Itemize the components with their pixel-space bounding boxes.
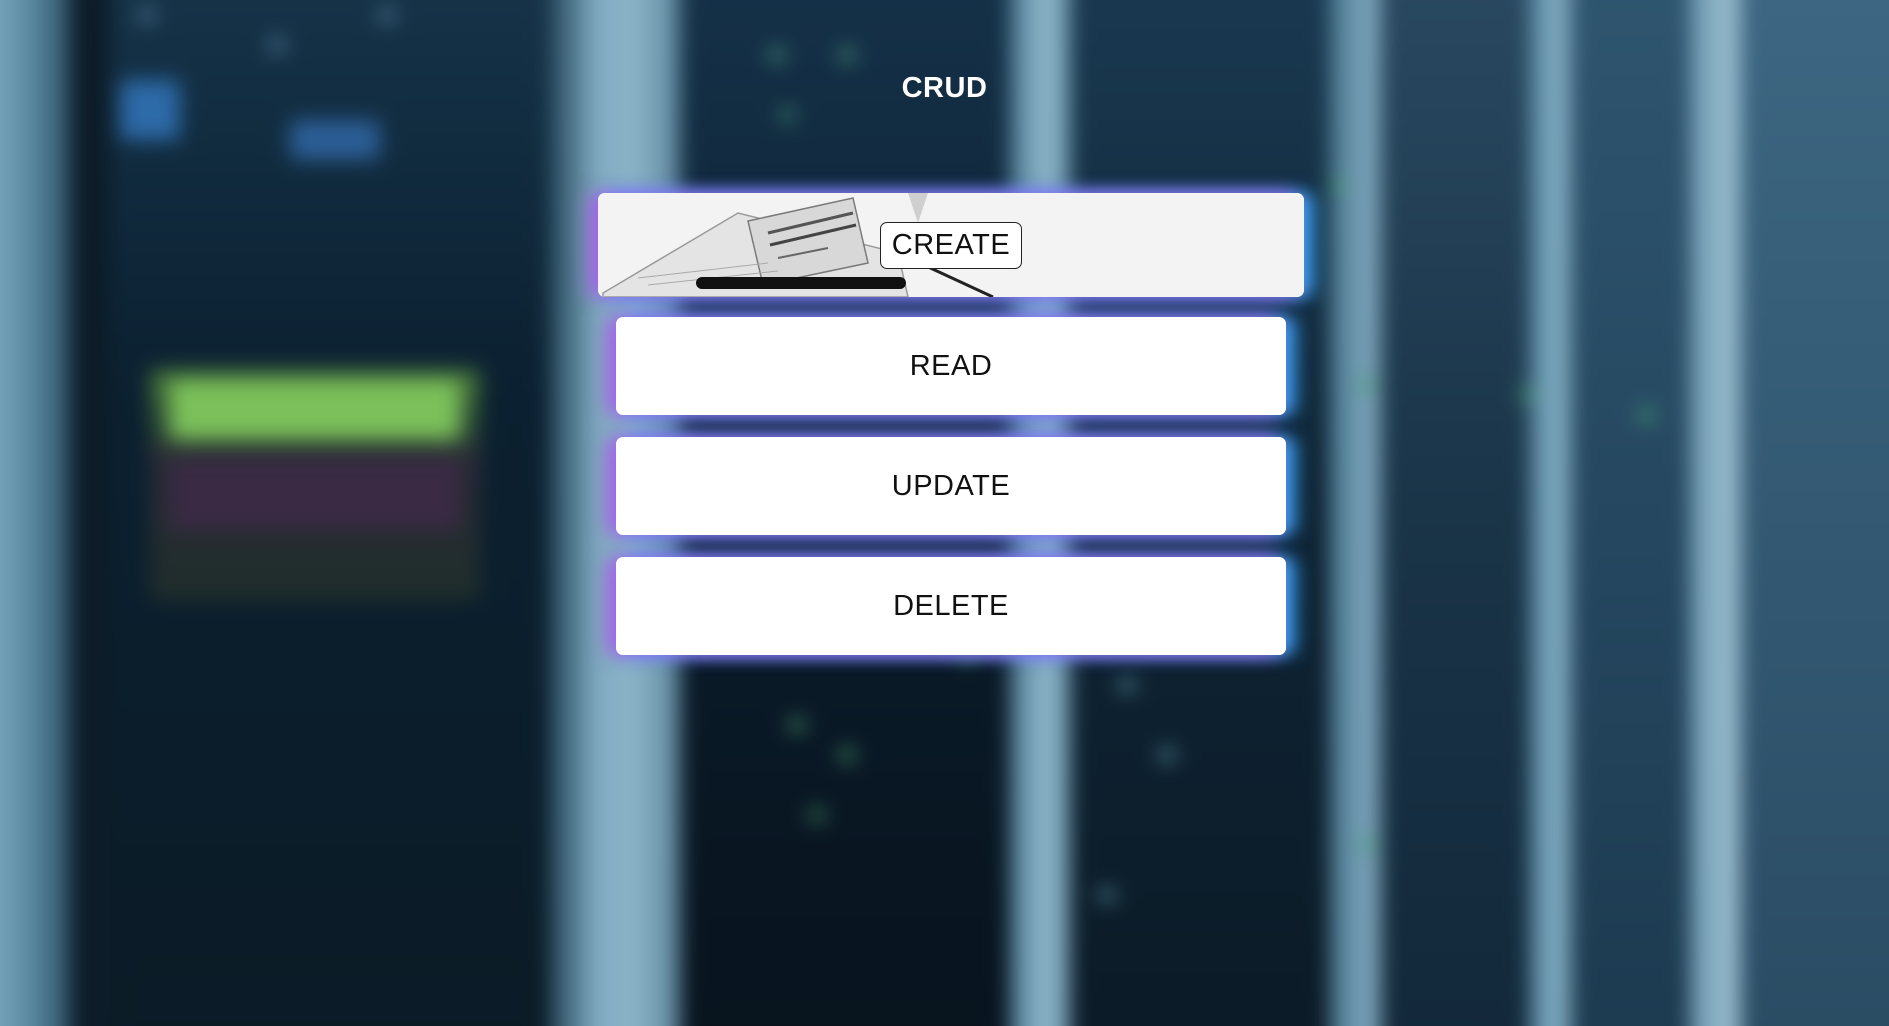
delete-label: DELETE — [893, 589, 1009, 622]
create-label: CREATE — [879, 221, 1023, 269]
delete-button[interactable]: DELETE — [616, 557, 1286, 655]
create-button[interactable]: CREATE — [598, 193, 1304, 297]
read-button[interactable]: READ — [616, 317, 1286, 415]
read-label: READ — [909, 349, 993, 382]
update-button[interactable]: UPDATE — [616, 437, 1286, 535]
crud-menu: CREATE READ UPDATE DELETE — [0, 0, 1889, 1026]
update-label: UPDATE — [891, 469, 1011, 502]
